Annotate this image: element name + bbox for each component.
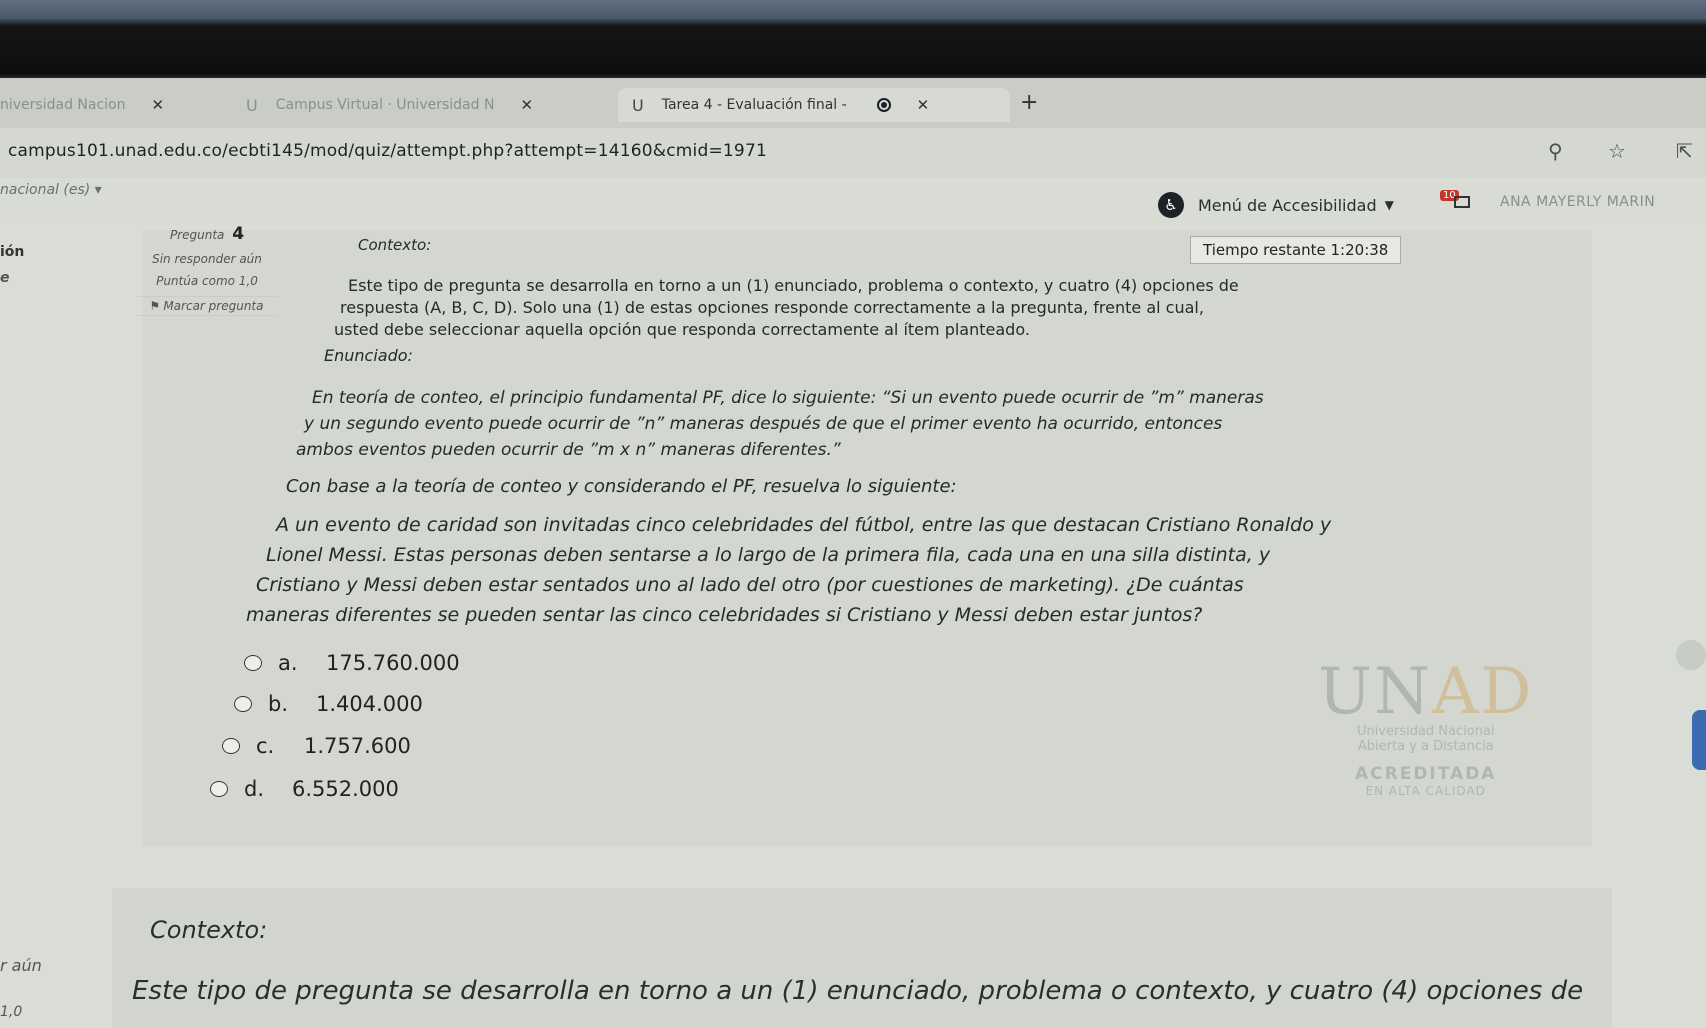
context-line: usted debe seleccionar aquella opción qu… xyxy=(334,320,1030,339)
logo-left: UN xyxy=(1318,655,1432,729)
monitor-bezel xyxy=(0,0,1706,78)
tab-universidad[interactable]: niversidad Nacion ✕ xyxy=(0,88,230,122)
envelope-icon xyxy=(1454,196,1470,208)
messages-icon[interactable]: 10 xyxy=(1440,190,1474,212)
question-number-row: Pregunta 4 xyxy=(114,224,300,244)
site-navbar: nacional (es) ▾ ♿ Menú de Accesibilidad … xyxy=(0,178,1706,224)
pf-line: ambos eventos pueden ocurrir de ”m x n” … xyxy=(296,440,841,460)
accessibility-menu-label: Menú de Accesibilidad xyxy=(1198,195,1377,215)
browser-tab-strip: niversidad Nacion ✕ U Campus Virtual · U… xyxy=(0,78,1706,129)
pf-line: y un segundo evento puede ocurrir de ”n”… xyxy=(304,414,1223,434)
option-b[interactable]: b. 1.404.000 xyxy=(234,692,423,716)
user-menu[interactable]: ANA MAYERLY MARIN xyxy=(1500,194,1655,210)
option-letter: c. xyxy=(256,734,275,758)
question-status: Sin responder aún xyxy=(152,252,262,266)
option-value: 175.760.000 xyxy=(326,651,460,675)
zoom-icon[interactable]: ⚲ xyxy=(1548,139,1563,163)
question-score: Puntúa como 1,0 xyxy=(156,274,258,288)
next-question-panel xyxy=(112,888,1612,1028)
context-line: respuesta (A, B, C, D). Solo una (1) de … xyxy=(340,298,1204,317)
unad-favicon-icon: U xyxy=(246,95,258,115)
watermark-quality: EN ALTA CALIDAD xyxy=(1365,784,1486,798)
next-context-label: Contexto: xyxy=(150,916,268,944)
instruction: Con base a la teoría de conteo y conside… xyxy=(286,476,957,497)
time-remaining: Tiempo restante 1:20:38 xyxy=(1190,236,1402,264)
recording-icon xyxy=(876,98,891,112)
radio-button-a[interactable] xyxy=(244,655,262,671)
side-tab-handle[interactable] xyxy=(1692,710,1706,770)
pf-line: En teoría de conteo, el principio fundam… xyxy=(312,388,1264,408)
flag-icon: ⚑ xyxy=(150,299,160,313)
option-value: 1.404.000 xyxy=(316,692,423,716)
tab-label: Campus Virtual · Universidad N xyxy=(275,97,495,113)
address-bar: campus101.unad.edu.co/ecbti145/mod/quiz/… xyxy=(0,128,1706,179)
option-value: 1.757.600 xyxy=(304,734,411,758)
unad-favicon-icon: U xyxy=(632,95,644,115)
watermark-accredited: ACREDITADA xyxy=(1354,764,1497,784)
context-line: Este tipo de pregunta se desarrolla en t… xyxy=(348,276,1239,295)
option-letter: d. xyxy=(244,777,265,801)
sidebar-fragment: e xyxy=(0,270,10,286)
option-c[interactable]: c. 1.757.600 xyxy=(222,734,411,758)
url-field[interactable]: campus101.unad.edu.co/ecbti145/mod/quiz/… xyxy=(8,141,767,161)
next-question-score-fragment: 1,0 xyxy=(0,1004,23,1020)
option-a[interactable]: a. 175.760.000 xyxy=(244,651,460,675)
share-icon[interactable]: ⇱ xyxy=(1676,139,1693,163)
question-number: 4 xyxy=(232,224,245,244)
next-context-line: Este tipo de pregunta se desarrolla en t… xyxy=(132,976,1584,1006)
close-icon[interactable]: ✕ xyxy=(520,96,533,114)
radio-button-b[interactable] xyxy=(234,696,252,712)
flag-question-button[interactable]: ⚑ Marcar pregunta xyxy=(136,296,278,316)
language-menu[interactable]: nacional (es) ▾ xyxy=(0,182,102,198)
unad-logo: UNAD xyxy=(1318,660,1533,724)
close-icon[interactable]: ✕ xyxy=(151,96,164,114)
tab-tarea-4[interactable]: U Tarea 4 - Evaluación final - ✕ xyxy=(618,88,1010,122)
accessibility-menu[interactable]: ♿ Menú de Accesibilidad ▼ xyxy=(1158,192,1394,218)
next-question-status-fragment: r aún xyxy=(0,956,42,975)
watermark-line: Abierta y a Distancia xyxy=(1357,739,1494,754)
option-value: 6.552.000 xyxy=(292,777,399,801)
option-d[interactable]: d. 6.552.000 xyxy=(210,777,399,801)
statement-label: Enunciado: xyxy=(324,346,413,365)
unad-watermark: UNAD Universidad Nacional Abierta y a Di… xyxy=(1318,660,1533,798)
option-letter: a. xyxy=(278,651,298,675)
radio-button-c[interactable] xyxy=(222,738,240,754)
new-tab-button[interactable]: + xyxy=(1020,90,1038,115)
radio-button-d[interactable] xyxy=(210,781,228,797)
question-info: Pregunta 4 Sin responder aún Puntúa como… xyxy=(114,224,300,316)
sidebar-fragment: ión xyxy=(0,244,25,260)
close-icon[interactable]: ✕ xyxy=(917,96,930,114)
flag-question-label: Marcar pregunta xyxy=(163,299,264,313)
problem-line: maneras diferentes se pueden sentar las … xyxy=(246,604,1203,626)
logo-right: AD xyxy=(1431,655,1534,729)
option-letter: b. xyxy=(268,692,289,716)
tab-campus-virtual[interactable]: U Campus Virtual · Universidad N ✕ xyxy=(246,88,596,122)
problem-line: Cristiano y Messi deben estar sentados u… xyxy=(256,574,1244,596)
chevron-down-icon: ▼ xyxy=(1384,198,1394,212)
accessibility-icon: ♿ xyxy=(1158,192,1184,218)
problem-line: A un evento de caridad son invitadas cin… xyxy=(276,514,1332,536)
problem-line: Lionel Messi. Estas personas deben senta… xyxy=(266,544,1271,566)
bookmark-star-icon[interactable]: ☆ xyxy=(1608,139,1626,163)
tab-label: Tarea 4 - Evaluación final - xyxy=(661,97,847,113)
tab-label: niversidad Nacion xyxy=(0,97,126,113)
question-label: Pregunta xyxy=(169,228,225,242)
context-label: Contexto: xyxy=(358,236,432,254)
chat-widget-icon[interactable] xyxy=(1676,640,1706,670)
